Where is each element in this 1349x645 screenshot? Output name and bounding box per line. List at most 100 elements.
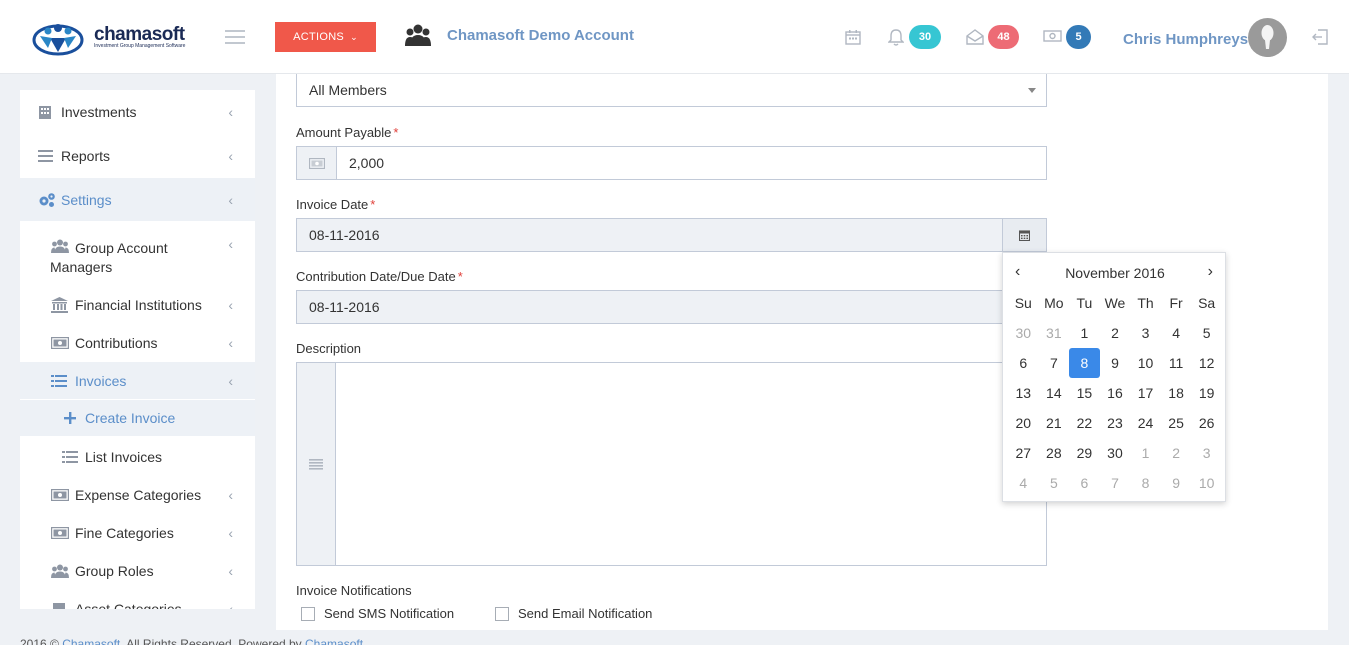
actions-button[interactable]: ACTIONS ⌄ <box>275 22 376 52</box>
day-cell[interactable]: 7 <box>1039 348 1070 378</box>
day-cell[interactable]: 10 <box>1191 468 1222 498</box>
sidebar-item-settings[interactable]: Settings ‹ <box>20 178 255 221</box>
sms-checkbox[interactable] <box>301 606 315 621</box>
invoice-notifications-label: Invoice Notifications <box>296 583 412 598</box>
notifications-badge[interactable]: 30 <box>909 25 941 49</box>
menu-toggle-icon[interactable] <box>225 30 245 44</box>
money-icon[interactable] <box>1043 29 1062 43</box>
week-row: 13 14 15 16 17 18 19 <box>1008 378 1222 408</box>
bank-icon <box>51 297 68 313</box>
logo-tagline: Investment Group Management Software <box>94 43 186 49</box>
money-icon <box>51 489 69 501</box>
sidebar-item-list-invoices[interactable]: List Invoices <box>20 445 255 469</box>
sidebar-item-label: Settings <box>61 191 112 208</box>
sidebar-item-expense-categories[interactable]: Expense Categories ‹ <box>20 483 255 507</box>
day-cell[interactable]: 23 <box>1100 408 1131 438</box>
chevron-left-icon: ‹ <box>228 525 233 541</box>
day-cell[interactable]: 17 <box>1130 378 1161 408</box>
footer-brand-link[interactable]: Chamasoft <box>62 637 120 645</box>
day-cell[interactable]: 5 <box>1039 468 1070 498</box>
day-cell[interactable]: 5 <box>1191 318 1222 348</box>
day-cell[interactable]: 3 <box>1191 438 1222 468</box>
day-cell[interactable]: 29 <box>1069 438 1100 468</box>
day-cell[interactable]: 6 <box>1008 348 1039 378</box>
day-cell[interactable]: 2 <box>1100 318 1131 348</box>
sidebar-item-invoices[interactable]: Invoices ‹ <box>20 362 255 399</box>
day-cell[interactable]: 16 <box>1100 378 1131 408</box>
day-cell[interactable]: 15 <box>1069 378 1100 408</box>
sidebar-item-investments[interactable]: Investments ‹ <box>20 100 255 124</box>
sidebar-item-label: Investments <box>61 104 137 120</box>
money-icon <box>308 157 325 169</box>
week-row: 4 5 6 7 8 9 10 <box>1008 468 1222 498</box>
footer-powered-link[interactable]: Chamasoft <box>305 637 363 645</box>
day-cell[interactable]: 24 <box>1130 408 1161 438</box>
user-name[interactable]: Chris Humphreys <box>1123 31 1248 48</box>
day-cell[interactable]: 30 <box>1100 438 1131 468</box>
day-cell[interactable]: 18 <box>1161 378 1192 408</box>
calendar-icon[interactable] <box>845 29 861 45</box>
weekday-label: Mo <box>1044 295 1064 311</box>
invoice-date-input-group: 08-11-2016 <box>296 218 1047 252</box>
day-cell[interactable]: 6 <box>1069 468 1100 498</box>
day-cell[interactable]: 22 <box>1069 408 1100 438</box>
account-switcher[interactable]: Chamasoft Demo Account <box>405 24 634 46</box>
week-row: 20 21 22 23 24 25 26 <box>1008 408 1222 438</box>
day-cell[interactable]: 28 <box>1039 438 1070 468</box>
day-cell[interactable]: 3 <box>1130 318 1161 348</box>
sidebar-item-group-account-managers[interactable]: Group Account Managers ‹ <box>20 236 255 278</box>
day-cell[interactable]: 1 <box>1130 438 1161 468</box>
sidebar-item-asset-categories[interactable]: Asset Categories ‹ <box>20 597 255 609</box>
day-cell[interactable]: 20 <box>1008 408 1039 438</box>
chamasoft-logo[interactable]: chamasoft Investment Group Management So… <box>32 18 202 60</box>
day-cell[interactable]: 11 <box>1161 348 1192 378</box>
next-month-button[interactable]: › <box>1208 263 1213 281</box>
day-cell[interactable]: 12 <box>1191 348 1222 378</box>
chevron-left-icon: ‹ <box>228 148 233 164</box>
day-cell[interactable]: 21 <box>1039 408 1070 438</box>
sidebar-item-financial-institutions[interactable]: Financial Institutions ‹ <box>20 293 255 317</box>
sidebar-item-group-roles[interactable]: Group Roles ‹ <box>20 559 255 583</box>
bell-icon[interactable] <box>888 29 904 46</box>
day-cell[interactable]: 25 <box>1161 408 1192 438</box>
sidebar-item-label: Create Invoice <box>85 410 176 426</box>
description-textarea[interactable] <box>336 363 1046 565</box>
day-cell[interactable]: 2 <box>1161 438 1192 468</box>
day-cell[interactable]: 4 <box>1008 468 1039 498</box>
sidebar-item-contributions[interactable]: Contributions ‹ <box>20 331 255 355</box>
day-cell[interactable]: 8 <box>1130 468 1161 498</box>
member-select[interactable]: All Members <box>296 74 1047 107</box>
sidebar-item-label: Group Roles <box>75 563 154 579</box>
day-cell[interactable]: 19 <box>1191 378 1222 408</box>
day-cell[interactable]: 10 <box>1130 348 1161 378</box>
day-cell[interactable]: 9 <box>1161 468 1192 498</box>
sms-notification-option[interactable]: Send SMS Notification <box>301 606 454 621</box>
sidebar-item-create-invoice[interactable]: Create Invoice <box>20 400 255 436</box>
day-cell[interactable]: 31 <box>1039 318 1070 348</box>
day-cell[interactable]: 27 <box>1008 438 1039 468</box>
building-icon <box>39 106 51 119</box>
day-cell[interactable]: 9 <box>1100 348 1131 378</box>
day-cell[interactable]: 26 <box>1191 408 1222 438</box>
sidebar-item-fine-categories[interactable]: Fine Categories ‹ <box>20 521 255 545</box>
amount-field[interactable]: 2,000 <box>337 147 1046 179</box>
selected-day-cell[interactable]: 8 <box>1069 348 1100 378</box>
email-notification-option[interactable]: Send Email Notification <box>495 606 652 621</box>
payments-badge[interactable]: 5 <box>1066 25 1091 49</box>
datepicker-title[interactable]: November 2016 <box>1003 265 1227 281</box>
logout-icon[interactable] <box>1311 28 1329 46</box>
email-checkbox[interactable] <box>495 606 509 621</box>
messages-badge[interactable]: 48 <box>988 25 1019 49</box>
day-cell[interactable]: 1 <box>1069 318 1100 348</box>
day-cell[interactable]: 30 <box>1008 318 1039 348</box>
day-cell[interactable]: 4 <box>1161 318 1192 348</box>
invoice-date-calendar-button[interactable] <box>1002 219 1046 251</box>
invoice-date-field[interactable]: 08-11-2016 <box>297 219 1002 251</box>
due-date-field[interactable]: 08-11-2016 <box>297 291 1046 323</box>
day-cell[interactable]: 13 <box>1008 378 1039 408</box>
avatar[interactable] <box>1248 18 1287 57</box>
envelope-open-icon[interactable] <box>966 29 984 45</box>
day-cell[interactable]: 7 <box>1100 468 1131 498</box>
sidebar-item-reports[interactable]: Reports ‹ <box>20 144 255 168</box>
day-cell[interactable]: 14 <box>1039 378 1070 408</box>
